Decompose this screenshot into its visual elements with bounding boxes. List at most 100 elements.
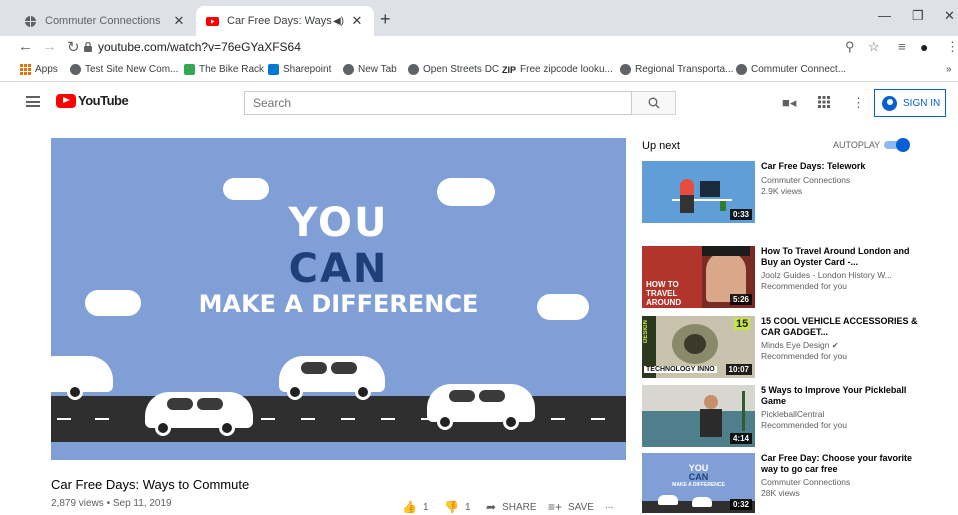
lane-marking [57,418,71,420]
video-duration: 0:32 [729,499,752,510]
recommended-video[interactable]: HOW TO TRAVEL AROUND LONDON 5:26 How To … [642,246,942,308]
video-thumbnail[interactable]: HOW TO TRAVEL AROUND LONDON 5:26 [642,246,755,308]
video-title: How To Travel Around London and Buy an O… [761,246,910,267]
bookmark-label: New Tab [358,64,397,75]
bookmark-label: The Bike Rack [199,64,265,75]
channel-name: Joolz Guides - London History W... [761,270,892,280]
share-button[interactable]: ➦ SHARE [486,500,537,514]
recommended-video[interactable]: DESIGN 15 TECHNOLOGY INNO 10:07 15 COOL … [642,316,942,378]
video-views: 28K views [761,488,800,498]
lane-marking [301,418,315,420]
thumbnail-text: HOW TO TRAVEL AROUND LONDON [646,280,682,308]
video-views: 2.9K views [761,186,803,196]
thumbnail-text: MAKE A DIFFERENCE [672,482,725,488]
channel-name: Commuter Connections [761,175,851,185]
car [427,378,535,432]
apps-grid-icon [20,64,31,75]
address-bar[interactable]: youtube.com/watch?v=76eGYaXFS64 [98,40,301,54]
search-button[interactable] [632,91,676,115]
minimize-icon[interactable]: — [878,8,891,23]
close-tab-icon[interactable]: ✕ [172,13,186,29]
video-duration: 4:14 [729,433,752,444]
video-thumbnail[interactable]: 0:33 [642,161,755,223]
bookmark-zipcode[interactable]: ZIP Free zipcode looku... [502,64,613,75]
recommended-video[interactable]: 0:33 Car Free Days: Telework Commuter Co… [642,161,942,223]
zoom-icon[interactable]: ⚲ [845,39,855,55]
apps-grid-icon[interactable] [818,96,830,108]
globe-icon [736,64,747,75]
bookmark-label: Test Site New Com... [85,64,179,75]
bookmark-bike-rack[interactable]: The Bike Rack [184,64,264,75]
player-headline-can: CAN [288,246,389,292]
autoplay-label: AUTOPLAY [833,140,881,150]
lane-marking [381,418,395,420]
new-tab-icon[interactable]: + [380,9,391,30]
restore-icon[interactable]: ❐ [912,8,924,24]
bookmarks-overflow-icon[interactable]: » [946,64,952,75]
dislike-count: 1 [464,501,471,513]
bookmark-star-icon[interactable]: ☆ [868,39,880,55]
search-input[interactable] [244,91,632,115]
guide-menu-icon[interactable] [26,96,40,107]
recommended-video[interactable]: 4:14 5 Ways to Improve Your Pickleball G… [642,385,942,447]
channel-name-text: Minds Eye Design [761,340,830,350]
globe-icon [408,64,419,75]
save-button[interactable]: ≡+ SAVE [548,500,594,514]
channel-name: PickleballCentral [761,409,825,419]
bookmark-label: Free zipcode looku... [520,64,613,75]
video-title: Car Free Day: Choose your favorite way t… [761,453,913,474]
tab-car-free-days[interactable]: Car Free Days: Ways to Comm ◀) ✕ [196,6,374,36]
youtube-logo[interactable]: YouTube [56,93,129,108]
close-window-icon[interactable]: ✕ [944,8,955,24]
tab-commuter-connections[interactable]: Commuter Connections ✕ [14,6,196,36]
video-recommended: Recommended for you [761,351,847,361]
globe-icon [25,15,36,27]
share-label: SHARE [502,501,537,513]
like-button[interactable]: 👍 1 [402,500,429,514]
reload-icon[interactable]: ↻ [67,38,80,56]
audio-playing-icon[interactable]: ◀) [333,16,344,27]
settings-more-icon[interactable]: ⋮ [852,95,865,111]
globe-icon [620,64,631,75]
car [51,350,113,400]
video-recommended: Recommended for you [761,420,847,430]
bookmark-apps[interactable]: Apps [20,64,58,75]
bookmark-test-site[interactable]: Test Site New Com... [70,64,178,75]
create-video-icon[interactable]: ■◂ [782,95,796,111]
thumbnail-side-text: DESIGN [643,320,649,344]
save-label: SAVE [568,501,594,513]
share-arrow-icon: ➦ [486,500,497,514]
bookmark-open-streets[interactable]: Open Streets DC [408,64,499,75]
browser-toolbar: ← → ↻ youtube.com/watch?v=76eGYaXFS64 ⚲ … [0,36,958,60]
sign-in-button[interactable]: SIGN IN [874,89,946,117]
tab-label: Commuter Connections [45,15,161,27]
recommended-video[interactable]: YOU CAN MAKE A DIFFERENCE 0:32 Car Free … [642,453,942,515]
more-actions-button[interactable]: ... [605,500,613,511]
video-thumbnail[interactable]: DESIGN 15 TECHNOLOGY INNO 10:07 [642,316,755,378]
bookmark-commuter-connect[interactable]: Commuter Connect... [736,64,846,75]
video-thumbnail[interactable]: YOU CAN MAKE A DIFFERENCE 0:32 [642,453,755,513]
video-title: Car Free Days: Ways to Commute [51,477,250,492]
video-player[interactable]: YOU CAN MAKE A DIFFERENCE [51,138,626,460]
lane-marking [261,418,275,420]
lock-icon[interactable] [84,42,92,52]
browser-tab-strip: Commuter Connections ✕ Car Free Days: Wa… [0,0,958,36]
bike-rack-icon [184,64,195,75]
forward-icon[interactable]: → [42,38,57,55]
back-icon[interactable]: ← [18,38,33,55]
tab-label: Car Free Days: Ways to Comm [227,15,333,27]
dislike-button[interactable]: 👎 1 [444,500,471,514]
bookmark-label: Open Streets DC [423,64,500,75]
browser-menu-icon[interactable]: ⋮ [946,39,958,55]
bookmark-label: Regional Transporta... [635,64,734,75]
more-actions-icon: ... [605,500,614,511]
autoplay-toggle[interactable] [884,138,910,152]
bookmark-new-tab[interactable]: New Tab [343,64,397,75]
media-control-icon[interactable]: ≡ [898,39,906,54]
close-tab-icon[interactable]: ✕ [350,13,364,29]
profile-icon[interactable]: ● [920,39,928,55]
video-thumbnail[interactable]: 4:14 [642,385,755,447]
bookmark-sharepoint[interactable]: Sharepoint [268,64,331,75]
bookmark-regional-transporta[interactable]: Regional Transporta... [620,64,733,75]
globe-icon [343,64,354,75]
